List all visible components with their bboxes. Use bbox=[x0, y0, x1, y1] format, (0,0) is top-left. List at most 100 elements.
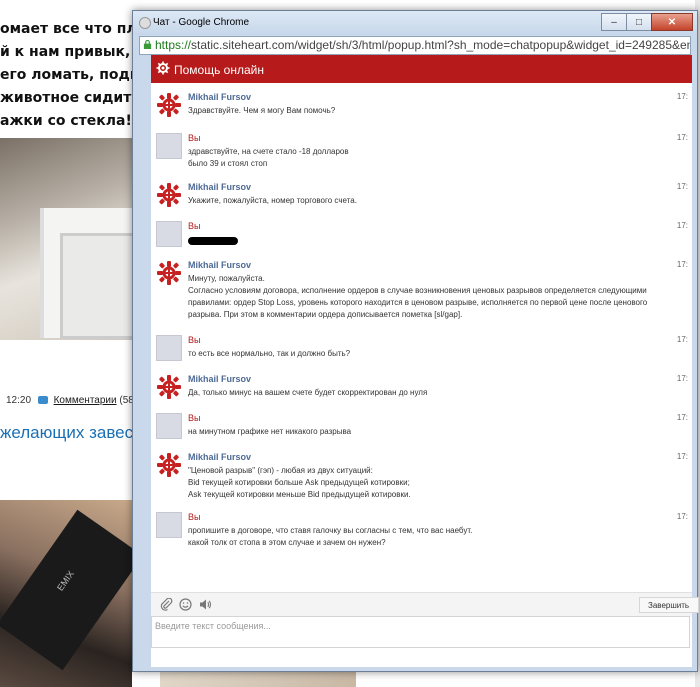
product-photo: EMIX bbox=[0, 500, 143, 687]
chat-header-title: Помощь онлайн bbox=[174, 63, 264, 77]
message-line: здравствуйте, на счете стало -18 долларо… bbox=[188, 147, 349, 156]
user-avatar bbox=[156, 221, 182, 247]
message-list[interactable]: Mikhail Fursov 17: Здравствуйте. Чем я м… bbox=[151, 83, 692, 593]
message-line: Bid текущей котировки больше Ask предыду… bbox=[188, 478, 410, 487]
message-line: Здравствуйте. Чем я могу Вам помочь? bbox=[188, 106, 336, 115]
message-line: Ask текущей котировки меньше Bid предыду… bbox=[188, 490, 411, 499]
message-author: Вы bbox=[188, 413, 201, 423]
message-input[interactable] bbox=[151, 616, 690, 648]
article-text: омает все что пло й к нам привык, за его… bbox=[0, 18, 140, 133]
message-time: 17: bbox=[676, 374, 688, 383]
message-author[interactable]: Mikhail Fursov bbox=[188, 374, 251, 384]
message-author[interactable]: Mikhail Fursov bbox=[188, 260, 251, 270]
message-line: на минутном графике нет никакого разрыва bbox=[188, 427, 352, 436]
product-label: EMIX bbox=[55, 568, 76, 593]
article-heading-link[interactable]: желающих завес bbox=[0, 423, 140, 443]
comments-icon bbox=[37, 396, 48, 405]
chrome-icon bbox=[139, 17, 151, 29]
message-item: Mikhail Fursov 17: "Ценовой разрыв" (гэп… bbox=[151, 448, 692, 506]
article-meta: 12:20 Комментарии (58) bbox=[6, 395, 137, 406]
message-text: на минутном графике нет никакого разрыва bbox=[188, 426, 678, 438]
message-text: "Ценовой разрыв" (гэп) - любая из двух с… bbox=[188, 465, 678, 501]
message-line: какой толк от стопа в этом случае и заче… bbox=[188, 538, 386, 547]
article-line: животное сидит м bbox=[0, 90, 140, 106]
message-text: здравствуйте, на счете стало -18 долларо… bbox=[188, 146, 678, 170]
message-time: 17: bbox=[676, 182, 688, 191]
close-button[interactable]: ✕ bbox=[651, 13, 693, 31]
minimize-icon: – bbox=[611, 16, 617, 28]
article-photo bbox=[0, 138, 140, 340]
message-item: Mikhail Fursov 17: Укажите, пожалуйста, … bbox=[151, 178, 692, 214]
message-line: было 39 и стоял стоп bbox=[188, 159, 268, 168]
chat-toolbar: Завершить bbox=[151, 592, 699, 617]
lock-icon bbox=[143, 40, 152, 49]
chat-widget: Помощь онлайн Mikhail Fursov 17: Здравст… bbox=[151, 55, 699, 667]
article-line: ажки со стекла! bbox=[0, 113, 132, 129]
maximize-button[interactable]: □ bbox=[626, 13, 652, 31]
paperclip-icon[interactable] bbox=[160, 598, 173, 611]
maximize-icon: □ bbox=[635, 16, 643, 28]
message-line: "Ценовой разрыв" (гэп) - любая из двух с… bbox=[188, 466, 373, 475]
agent-avatar-icon bbox=[156, 260, 182, 286]
message-author: Вы bbox=[188, 133, 201, 143]
article-time: 12:20 bbox=[6, 395, 32, 406]
message-line: Укажите, пожалуйста, номер торгового сче… bbox=[188, 196, 357, 205]
comments-link[interactable]: Комментарии bbox=[54, 395, 117, 406]
url-scheme: https:// bbox=[155, 38, 192, 52]
article-line: его ломать, подка bbox=[0, 67, 140, 83]
message-item: Mikhail Fursov 17: Здравствуйте. Чем я м… bbox=[151, 88, 692, 126]
message-time: 17: bbox=[676, 335, 688, 344]
chat-header: Помощь онлайн bbox=[151, 55, 692, 83]
message-item: Mikhail Fursov 17: Да, только минус на в… bbox=[151, 370, 692, 406]
message-time: 17: bbox=[676, 452, 688, 461]
message-text: Укажите, пожалуйста, номер торгового сче… bbox=[188, 195, 678, 207]
message-line: пропишите в договоре, что ставя галочку … bbox=[188, 526, 473, 535]
message-line: Минуту, пожалуйста. bbox=[188, 274, 265, 283]
window-controls: – □ ✕ bbox=[601, 13, 693, 31]
message-author: Вы bbox=[188, 512, 201, 522]
user-avatar bbox=[156, 335, 182, 361]
message-text: пропишите в договоре, что ставя галочку … bbox=[188, 525, 678, 549]
window-titlebar[interactable]: Чат - Google Chrome – □ ✕ bbox=[133, 11, 697, 35]
window-title: Чат - Google Chrome bbox=[153, 17, 250, 28]
close-icon: ✕ bbox=[667, 16, 677, 28]
message-item: Вы 17: пропишите в договоре, что ставя г… bbox=[151, 508, 692, 556]
message-text bbox=[188, 234, 678, 246]
message-line: Да, только минус на вашем счете будет ск… bbox=[188, 388, 428, 397]
address-bar[interactable]: https://static.siteheart.com/widget/sh/3… bbox=[139, 36, 691, 55]
message-author[interactable]: Mikhail Fursov bbox=[188, 182, 251, 192]
article-line: омает все что пло bbox=[0, 21, 140, 37]
message-item: Вы 17: на минутном графике нет никакого … bbox=[151, 409, 692, 445]
agent-avatar-icon bbox=[156, 182, 182, 208]
user-avatar bbox=[156, 413, 182, 439]
minimize-button[interactable]: – bbox=[601, 13, 627, 31]
message-text: то есть все нормально, так и должно быть… bbox=[188, 348, 678, 360]
message-time: 17: bbox=[676, 512, 688, 521]
agent-avatar-icon bbox=[156, 452, 182, 478]
message-time: 17: bbox=[676, 221, 688, 230]
message-time: 17: bbox=[676, 92, 688, 101]
message-text: Да, только минус на вашем счете будет ск… bbox=[188, 387, 678, 399]
message-time: 17: bbox=[676, 133, 688, 142]
url-text: https://static.siteheart.com/widget/sh/3… bbox=[155, 38, 691, 52]
message-text: Здравствуйте. Чем я могу Вам помочь? bbox=[188, 105, 678, 117]
sound-icon[interactable] bbox=[199, 598, 212, 611]
message-item: Вы 17: bbox=[151, 217, 692, 253]
url-path: static.siteheart.com/widget/sh/3/html/po… bbox=[191, 38, 691, 52]
message-line: Согласно условиям договора, исполнение о… bbox=[188, 286, 648, 319]
redacted-account-number bbox=[188, 236, 238, 245]
message-item: Вы 17: здравствуйте, на счете стало -18 … bbox=[151, 129, 692, 175]
user-avatar bbox=[156, 133, 182, 159]
message-author[interactable]: Mikhail Fursov bbox=[188, 452, 251, 462]
message-text: Минуту, пожалуйста. Согласно условиям до… bbox=[188, 273, 678, 321]
article-line: й к нам привык, за bbox=[0, 44, 140, 60]
smiley-icon[interactable] bbox=[179, 598, 192, 611]
message-line: то есть все нормально, так и должно быть… bbox=[188, 349, 351, 358]
end-chat-button[interactable]: Завершить bbox=[639, 597, 699, 613]
gear-logo-icon bbox=[156, 61, 170, 75]
window-frame-inner-shape bbox=[60, 233, 136, 339]
message-author: Вы bbox=[188, 221, 201, 231]
agent-avatar-icon bbox=[156, 92, 182, 118]
message-author[interactable]: Mikhail Fursov bbox=[188, 92, 251, 102]
message-item: Вы 17: то есть все нормально, так и долж… bbox=[151, 331, 692, 367]
